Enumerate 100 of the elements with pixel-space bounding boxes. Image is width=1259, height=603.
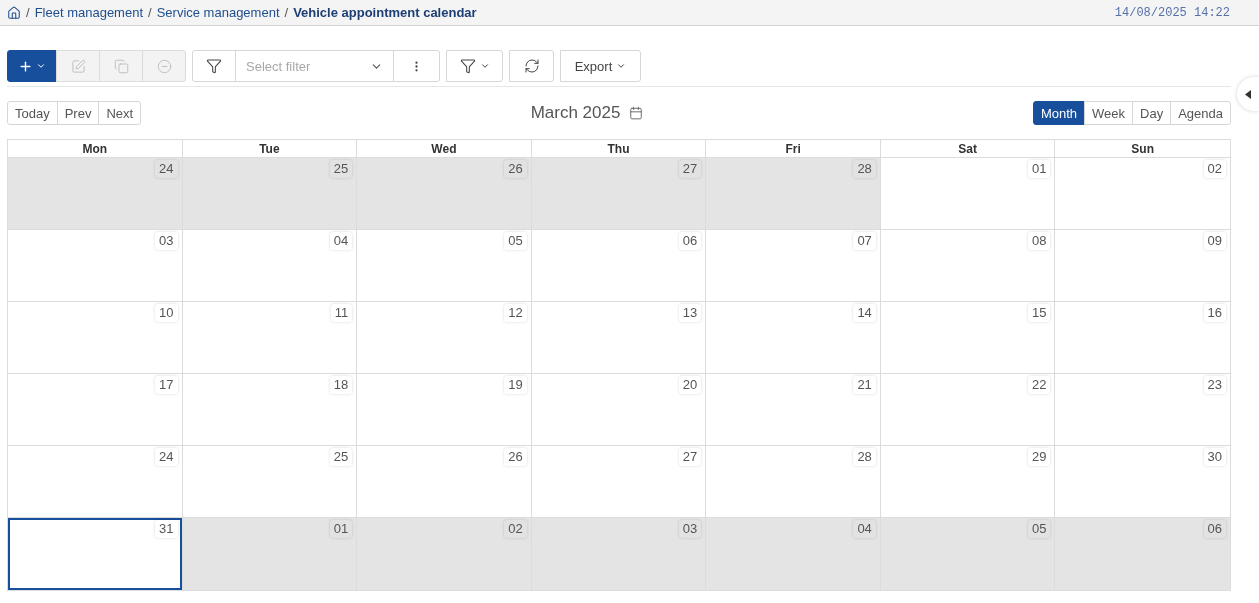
copy-icon (113, 58, 129, 74)
day-number: 05 (1027, 520, 1051, 538)
day-cell[interactable]: 02 (1055, 158, 1230, 230)
day-number: 23 (1203, 376, 1226, 394)
day-number: 27 (678, 448, 702, 466)
day-number: 28 (853, 160, 876, 178)
nav-button[interactable]: Next (98, 101, 142, 125)
day-number: 02 (504, 520, 527, 538)
filter-button[interactable] (192, 50, 236, 82)
day-number: 14 (853, 304, 876, 322)
day-cell[interactable]: 30 (1055, 446, 1230, 518)
day-cell[interactable]: 05 (357, 230, 532, 302)
day-number: 25 (329, 448, 353, 466)
day-number: 01 (1027, 160, 1051, 178)
day-number: 26 (504, 448, 527, 466)
day-cell[interactable]: 24 (8, 158, 183, 230)
day-number: 28 (853, 448, 876, 466)
day-cell[interactable]: 20 (531, 374, 707, 446)
breadcrumb-link[interactable]: Service management (156, 5, 280, 20)
day-cell[interactable]: 05 (880, 518, 1056, 590)
view-tab[interactable]: Agenda (1170, 101, 1231, 125)
day-number: 05 (504, 232, 527, 250)
day-cell[interactable]: 10 (8, 302, 183, 374)
plus-icon (18, 58, 33, 74)
day-cell[interactable]: 27 (531, 446, 707, 518)
calendar-icon[interactable] (629, 106, 644, 120)
day-cell[interactable]: 16 (1055, 302, 1230, 374)
breadcrumb-separator: / (148, 5, 152, 20)
day-cell[interactable]: 12 (357, 302, 532, 374)
breadcrumb-separator: / (284, 5, 289, 20)
filter-placeholder: Select filter (246, 58, 311, 74)
day-number: 07 (853, 232, 876, 250)
export-button[interactable]: Export (560, 50, 641, 82)
day-number: 24 (155, 160, 178, 178)
day-cell[interactable]: 21 (706, 374, 881, 446)
day-cell[interactable]: 27 (531, 158, 707, 230)
day-cell[interactable]: 26 (357, 446, 532, 518)
day-cell[interactable]: 25 (182, 446, 358, 518)
edit-icon (70, 58, 86, 74)
day-cell[interactable]: 23 (1055, 374, 1230, 446)
caret-icon (616, 61, 627, 71)
timestamp: 14/08/2025 14:22 (1114, 5, 1230, 20)
refresh-icon (523, 58, 540, 74)
day-cell[interactable]: 03 (8, 230, 183, 302)
calendar-title: March 2025 (530, 103, 621, 123)
day-cell[interactable]: 01 (880, 158, 1056, 230)
day-cell[interactable]: 17 (8, 374, 183, 446)
day-number: 10 (155, 304, 178, 322)
day-number: 22 (1027, 376, 1051, 394)
day-cell[interactable]: 15 (880, 302, 1056, 374)
day-cell[interactable]: 18 (182, 374, 358, 446)
day-number: 11 (330, 304, 353, 322)
caret-icon (36, 61, 46, 71)
day-cell[interactable]: 08 (880, 230, 1056, 302)
selected-day-cell[interactable]: 31 (8, 518, 183, 590)
day-cell[interactable]: 29 (880, 446, 1056, 518)
home-icon[interactable] (7, 5, 21, 20)
day-number: 31 (155, 520, 178, 538)
day-cell[interactable]: 28 (706, 446, 881, 518)
day-number: 26 (504, 160, 527, 178)
filter-menu-button[interactable] (446, 50, 503, 82)
day-cell[interactable]: 02 (357, 518, 532, 590)
nav-button[interactable]: Today (7, 101, 58, 125)
breadcrumb-link[interactable]: Fleet management (34, 5, 144, 20)
day-cell[interactable]: 13 (531, 302, 707, 374)
day-cell[interactable]: 22 (880, 374, 1056, 446)
day-cell[interactable]: 04 (182, 230, 358, 302)
day-cell[interactable]: 28 (706, 158, 881, 230)
day-number: 01 (329, 520, 353, 538)
day-number: 16 (1203, 304, 1226, 322)
day-number: 02 (1203, 160, 1226, 178)
caret-icon (479, 61, 490, 71)
day-number: 06 (1203, 520, 1226, 538)
view-tab[interactable]: Month (1032, 101, 1086, 125)
day-cell[interactable]: 09 (1055, 230, 1230, 302)
side-panel-toggle[interactable] (1237, 77, 1259, 111)
day-cell[interactable]: 03 (531, 518, 707, 590)
day-number: 24 (155, 448, 178, 466)
breadcrumb-separator: / (26, 5, 30, 20)
day-cell[interactable]: 04 (706, 518, 881, 590)
day-cell[interactable]: 19 (357, 374, 532, 446)
day-cell[interactable]: 14 (706, 302, 881, 374)
day-cell[interactable]: 07 (706, 230, 881, 302)
day-cell[interactable]: 25 (182, 158, 358, 230)
day-cell[interactable]: 01 (182, 518, 358, 590)
day-cell[interactable]: 06 (1055, 518, 1230, 590)
add-button[interactable] (7, 50, 57, 82)
day-cell[interactable]: 11 (182, 302, 358, 374)
day-cell[interactable]: 26 (357, 158, 532, 230)
view-tab[interactable]: Week (1084, 101, 1134, 125)
view-tab[interactable]: Day (1132, 101, 1172, 125)
minus-circle-icon (156, 58, 172, 74)
day-number: 06 (678, 232, 702, 250)
day-number: 20 (678, 376, 702, 394)
nav-button[interactable]: Prev (56, 101, 100, 125)
day-cell[interactable]: 06 (531, 230, 707, 302)
refresh-button[interactable] (509, 50, 554, 82)
day-cell[interactable]: 24 (8, 446, 183, 518)
filter-icon (206, 58, 222, 74)
day-number: 04 (329, 232, 353, 250)
